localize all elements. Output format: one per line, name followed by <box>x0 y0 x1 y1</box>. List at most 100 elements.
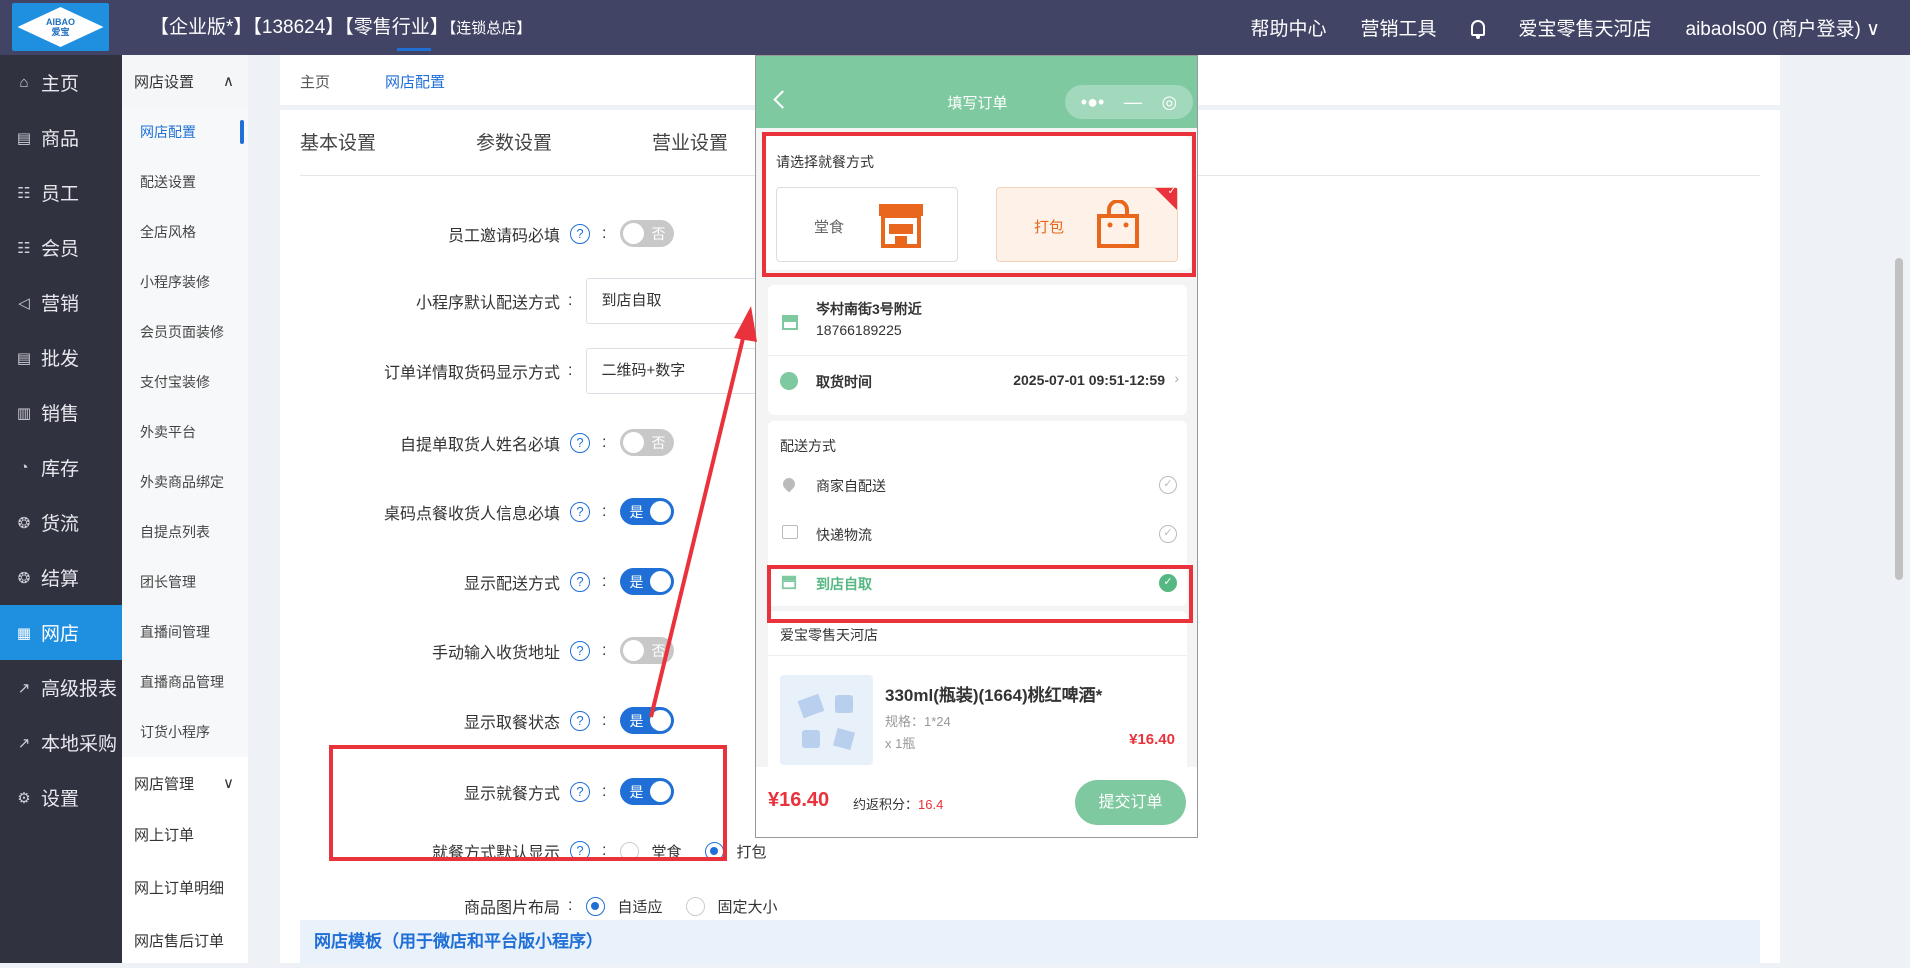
nav-marketing[interactable]: ◁ 营销 <box>0 275 122 330</box>
submit-order-button[interactable]: 提交订单 <box>1075 780 1186 825</box>
nav-goods-icon: ▤ <box>16 129 32 147</box>
tab-basic-settings[interactable]: 基本设置 <box>300 128 376 155</box>
subnav-item[interactable]: 配送设置 <box>122 157 248 207</box>
setting-label: 显示配送方式 <box>463 575 560 593</box>
nav-staff[interactable]: ☷ 员工 <box>0 165 122 220</box>
tab-parameter-settings[interactable]: 参数设置 <box>476 128 552 155</box>
label-colon: : <box>602 711 607 729</box>
subnav-group-webshop-settings[interactable]: 网店设置 ∧ <box>122 55 248 107</box>
subnav-item[interactable]: 外卖商品绑定 <box>122 457 248 507</box>
nav-webshop-icon: ▦ <box>16 624 32 642</box>
setting-row: 商品图片布局: 自适应 固定大小 <box>300 894 801 918</box>
placeholder-shape <box>797 693 825 719</box>
marketing-tools-link[interactable]: 营销工具 <box>1360 14 1436 41</box>
subnav-item[interactable]: 小程序装修 <box>122 257 248 307</box>
subnav-item[interactable]: 网店售后订单 <box>122 915 248 968</box>
help-center-link[interactable]: 帮助中心 <box>1250 14 1326 41</box>
subnav-item[interactable]: 网上订单 <box>122 809 248 862</box>
placeholder-shape <box>802 730 820 748</box>
help-icon[interactable]: ? <box>570 571 590 592</box>
nav-stock[interactable]: ◔ 库存 <box>0 440 122 495</box>
toggle-switch[interactable]: 是 <box>620 498 675 525</box>
subnav-item[interactable]: 订货小程序 <box>122 707 248 757</box>
help-icon[interactable]: ? <box>570 710 590 731</box>
setting-row: 桌码点餐收货人信息必填?: 是 <box>300 498 675 525</box>
subnav-group-webshop-manage[interactable]: 网店管理 ∨ <box>122 757 248 809</box>
subnav-item[interactable]: 全店风格 <box>122 207 248 257</box>
nav-label: 员工 <box>41 184 80 205</box>
pickup-time-value[interactable]: 2025-07-01 09:51-12:59 <box>1013 372 1165 388</box>
nav-flow[interactable]: ❂ 货流 <box>0 495 122 550</box>
user-menu[interactable]: aibaols00 (商户登录) ∨ <box>1686 14 1880 41</box>
toggle-switch[interactable]: 否 <box>620 220 675 247</box>
subnav-item[interactable]: 网上订单明细 <box>122 862 248 915</box>
delivery-option-self-delivery[interactable]: 商家自配送 ✓ <box>768 459 1187 505</box>
toggle-knob <box>623 223 645 244</box>
tab-home[interactable]: 主页 <box>300 71 330 92</box>
pickup-phone: 18766189225 <box>816 322 902 338</box>
nav-settings[interactable]: ⚙ 设置 <box>0 770 122 825</box>
bell-icon[interactable] <box>1470 19 1485 39</box>
unchecked-circle-icon: ✓ <box>1159 525 1177 543</box>
nav-label: 商品 <box>41 129 80 150</box>
toggle-switch[interactable]: 是 <box>620 707 675 734</box>
chevron-down-icon: ∨ <box>223 775 234 792</box>
aibao-logo[interactable]: AIBAO 爱宝 <box>12 3 109 51</box>
nav-home[interactable]: ⌂ 主页 <box>0 55 122 110</box>
toggle-text: 是 <box>629 574 644 590</box>
nav-sales[interactable]: ▥ 销售 <box>0 385 122 440</box>
page-scrollbar[interactable] <box>1895 258 1903 580</box>
subnav-item[interactable]: 外卖平台 <box>122 407 248 457</box>
subnav-group-label: 网店管理 <box>134 775 195 793</box>
nav-label: 库存 <box>41 459 80 480</box>
more-icon[interactable]: •●• <box>1081 92 1104 113</box>
main-sidebar: ⌂ 主页 ▤ 商品 ☷ 员工 ☷ 会员 ◁ 营销 ▤ 批发 ▥ 销售 ◔ 库存 ❂ 货流 ❂ 结算 ▦ 网店 ↗ 高级报表 ↗ 本… <box>0 55 122 963</box>
help-icon[interactable]: ? <box>570 223 590 244</box>
nav-label: 销售 <box>41 404 80 425</box>
nav-webshop[interactable]: ▦ 网店 <box>0 605 122 660</box>
account-title-main: 【企业版*】【138624】【零售行业】 <box>150 17 449 38</box>
subnav-item[interactable]: 会员页面装修 <box>122 307 248 357</box>
radio-option[interactable]: 自适应 <box>586 896 662 917</box>
help-icon[interactable]: ? <box>570 501 590 522</box>
radio-option[interactable]: 固定大小 <box>686 896 777 917</box>
subnav-item[interactable]: 直播间管理 <box>122 607 248 657</box>
setting-label: 手动输入收货地址 <box>431 644 560 662</box>
top-bar: AIBAO 爱宝 【企业版*】【138624】【零售行业】【连锁总店】 帮助中心… <box>0 0 1910 55</box>
delivery-option-express[interactable]: 快递物流 ✓ <box>768 508 1187 554</box>
nav-member[interactable]: ☷ 会员 <box>0 220 122 275</box>
nav-wholesale[interactable]: ▤ 批发 <box>0 330 122 385</box>
nav-staff-icon: ☷ <box>17 184 31 202</box>
toggle-switch[interactable]: 否 <box>620 637 675 664</box>
subnav-item[interactable]: 团长管理 <box>122 557 248 607</box>
label-colon: : <box>602 641 607 659</box>
close-target-icon[interactable]: ◎ <box>1161 92 1177 113</box>
delivery-option-label: 商家自配送 <box>816 478 886 494</box>
help-icon[interactable]: ? <box>570 432 590 453</box>
toggle-switch[interactable]: 否 <box>620 429 675 456</box>
help-icon[interactable]: ? <box>570 640 590 661</box>
subnav-item[interactable]: 支付宝装修 <box>122 357 248 407</box>
subnav-item[interactable]: 网店配置 <box>122 107 248 157</box>
tab-webshop-config[interactable]: 网店配置 <box>385 71 445 92</box>
chevron-right-icon: › <box>1174 370 1179 386</box>
nav-settle[interactable]: ❂ 结算 <box>0 550 122 605</box>
tab-business-settings[interactable]: 营业设置 <box>652 128 728 155</box>
points-text: 约返积分：16.4 <box>853 794 943 813</box>
radio-label: 打包 <box>736 843 767 861</box>
subnav-item[interactable]: 直播商品管理 <box>122 657 248 707</box>
setting-row: 显示配送方式?: 是 <box>300 568 675 595</box>
placeholder-shape <box>832 727 856 751</box>
toggle-knob <box>623 432 645 453</box>
nav-reports[interactable]: ↗ 高级报表 <box>0 660 122 715</box>
nav-goods[interactable]: ▤ 商品 <box>0 110 122 165</box>
store-name[interactable]: 爱宝零售天河店 <box>1519 14 1652 41</box>
toggle-switch[interactable]: 是 <box>620 568 675 595</box>
template-section-header: 网店模板（用于微店和平台版小程序） <box>300 920 1760 963</box>
minimize-icon[interactable]: — <box>1124 92 1142 113</box>
setting-label: 显示取餐状态 <box>463 714 560 732</box>
setting-label: 自提单取货人姓名必填 <box>399 436 560 454</box>
nav-purchase[interactable]: ↗ 本地采购 <box>0 715 122 770</box>
location-pin-icon <box>780 475 798 493</box>
subnav-item[interactable]: 自提点列表 <box>122 507 248 557</box>
